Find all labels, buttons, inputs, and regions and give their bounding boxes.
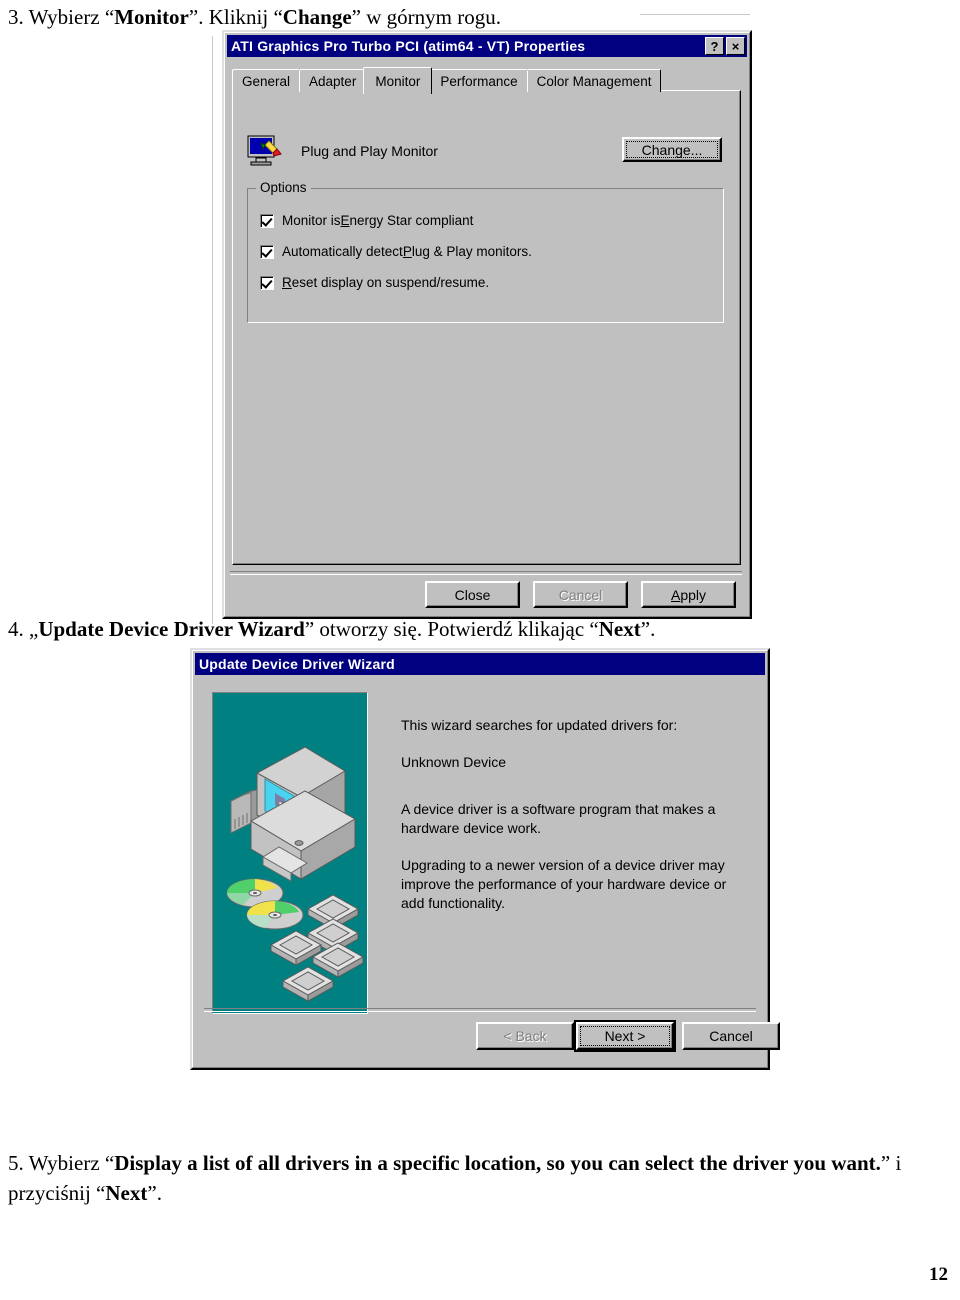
wizard-text-block: This wizard searches for updated drivers…: [401, 716, 750, 931]
next-button[interactable]: Next >: [574, 1020, 676, 1052]
cancel-button-label: Cancel: [558, 586, 603, 603]
apply-button-label: Apply: [670, 586, 707, 603]
checkbox-icon[interactable]: [260, 244, 274, 259]
wizard-titlebar[interactable]: Update Device Driver Wizard: [195, 653, 765, 675]
tab-color-management[interactable]: Color Management: [526, 69, 662, 92]
step-3-number: 3.: [8, 5, 24, 29]
wizard-button-bar: < Back Next > Cancel: [204, 1008, 780, 1054]
wizard-paragraph-1: A device driver is a software program th…: [401, 801, 716, 836]
step-4-number: 4.: [8, 617, 24, 641]
checkbox-energy-star-pre: Monitor is: [282, 213, 341, 228]
instruction-step-5: 5. Wybierz “Display a list of all driver…: [8, 1148, 938, 1208]
apply-button[interactable]: Apply: [641, 581, 736, 608]
monitor-name-label: Plug and Play Monitor: [301, 143, 438, 159]
step-3-middle: ”. Kliknij “: [188, 5, 283, 29]
update-device-driver-wizard-dialog[interactable]: Update Device Driver Wizard This wizard …: [190, 648, 780, 1070]
display-properties-titlebar[interactable]: ATI Graphics Pro Turbo PCI (atim64 - VT)…: [227, 35, 747, 57]
checkbox-energy-star[interactable]: Monitor is Energy Star compliant: [260, 213, 473, 228]
close-icon[interactable]: ×: [726, 37, 745, 55]
tab-monitor[interactable]: Monitor: [363, 67, 433, 94]
step-5-suffix: ”.: [147, 1181, 162, 1205]
checkbox-reset-post: eset display on suspend/resume.: [291, 275, 490, 290]
checkbox-reset-accel: R: [282, 275, 292, 290]
monitor-pencil-icon: [247, 135, 283, 169]
wizard-body: This wizard searches for updated drivers…: [196, 676, 780, 1064]
back-button-label: < Back: [503, 1028, 547, 1044]
change-button-label: Change...: [641, 141, 703, 158]
monitor-tab-page: Plug and Play Monitor Change... Options …: [232, 90, 741, 565]
button-bar-separator: [230, 571, 742, 575]
step-3-prefix: Wybierz “: [28, 5, 115, 29]
close-button-label: Close: [454, 586, 491, 603]
step-3-bold-change: Change: [282, 5, 352, 29]
help-icon[interactable]: ?: [705, 37, 724, 55]
display-properties-tabstrip[interactable]: General Adapter Monitor Performance Colo…: [232, 66, 662, 94]
step-5-prefix: Wybierz “: [28, 1151, 115, 1175]
checkbox-icon[interactable]: [260, 275, 274, 290]
display-properties-title: ATI Graphics Pro Turbo PCI (atim64 - VT)…: [231, 38, 586, 54]
monitor-row: Plug and Play Monitor Change...: [247, 135, 724, 173]
button-bar-separator: [204, 1008, 756, 1012]
wizard-cancel-button-label: Cancel: [709, 1028, 753, 1044]
tab-general[interactable]: General: [232, 69, 301, 92]
close-button[interactable]: Close: [425, 581, 520, 608]
step-4-bold-next: Next: [598, 617, 641, 641]
cancel-button: Cancel: [533, 581, 628, 608]
checkbox-energy-star-post: nergy Star compliant: [349, 213, 474, 228]
instruction-step-4: 4. „Update Device Driver Wizard” otworzy…: [8, 614, 908, 644]
apply-accel: A: [670, 586, 681, 603]
step-5-bold-display-list: Display a list of all drivers in a speci…: [114, 1151, 881, 1175]
back-button: < Back: [476, 1022, 574, 1050]
step-5-number: 5.: [8, 1151, 24, 1175]
options-groupbox: Options Monitor is Energy Star compliant…: [247, 180, 724, 323]
step-3-bold-monitor: Monitor: [114, 5, 189, 29]
checkbox-autodetect-pre: Automatically detect: [282, 244, 403, 259]
options-groupbox-label: Options: [256, 180, 311, 195]
wizard-intro: This wizard searches for updated drivers…: [401, 717, 678, 733]
tab-adapter[interactable]: Adapter: [299, 69, 367, 92]
display-properties-dialog[interactable]: ATI Graphics Pro Turbo PCI (atim64 - VT)…: [222, 30, 752, 619]
computer-cds-chips-illustration: [212, 692, 368, 1014]
wizard-paragraph-2: Upgrading to a newer version of a device…: [401, 857, 727, 911]
checkbox-autodetect-post: lug & Play monitors.: [411, 244, 532, 259]
wizard-title: Update Device Driver Wizard: [199, 656, 395, 672]
wizard-device-name: Unknown Device: [401, 754, 507, 770]
wizard-cancel-button[interactable]: Cancel: [682, 1022, 780, 1050]
scan-artifact-line-left: [212, 36, 213, 624]
page-number: 12: [929, 1264, 948, 1285]
step-3-suffix: ” w górnym rogu.: [351, 5, 501, 29]
step-4-prefix: „: [29, 617, 39, 641]
tab-performance[interactable]: Performance: [430, 69, 528, 92]
instruction-step-3: 3. Wybierz “Monitor”. Kliknij “Change” w…: [8, 2, 768, 32]
checkbox-autodetect-accel: P: [402, 244, 412, 259]
step-4-suffix: ”.: [640, 617, 656, 641]
step-4-middle: ” otworzy się. Potwierdź klikając “: [304, 617, 599, 641]
display-properties-button-bar: Close Cancel Apply: [230, 571, 742, 611]
checkbox-autodetect-pnp[interactable]: Automatically detect Plug & Play monitor…: [260, 244, 532, 259]
checkbox-icon[interactable]: [260, 213, 274, 228]
step-5-bold-next: Next: [105, 1181, 148, 1205]
next-button-label: Next >: [604, 1028, 646, 1044]
checkbox-energy-star-accel: E: [340, 213, 350, 228]
checkbox-reset-display[interactable]: Reset display on suspend/resume.: [260, 275, 489, 290]
change-button[interactable]: Change...: [622, 137, 722, 162]
step-4-bold-wizard: Update Device Driver Wizard: [38, 617, 305, 641]
